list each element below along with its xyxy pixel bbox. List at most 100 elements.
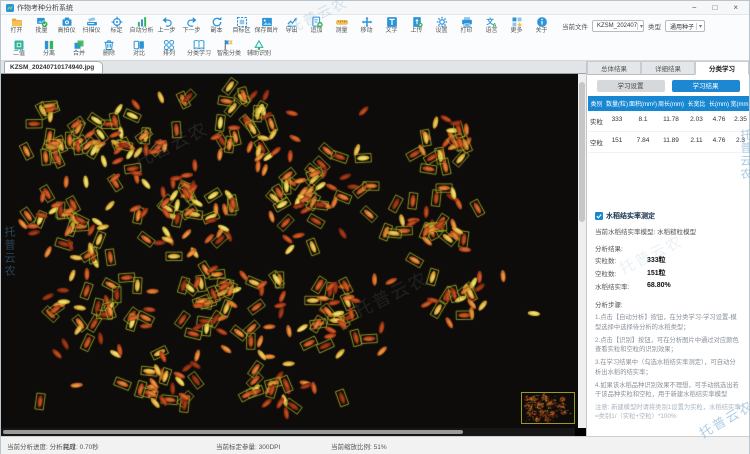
toolbar-settings-button[interactable]: 设置	[429, 16, 454, 35]
toolbar-export-button[interactable]: 导出	[279, 16, 304, 35]
scrollbar-corner	[575, 428, 586, 436]
toolbar-button-label: 关于	[535, 28, 548, 34]
table-cell: 2.11	[685, 132, 708, 153]
result-stats: 实粒数: 333粒 空粒数: 151粒 水稻结实率: 68.80%	[587, 253, 749, 292]
vertical-scrollbar[interactable]	[578, 74, 586, 428]
toolbar-separate-button[interactable]: 分离	[34, 39, 64, 58]
toolbar-append-button[interactable]: 追加	[304, 16, 329, 35]
gear-icon	[436, 16, 448, 28]
table-header-cell: 面积(mm²)	[629, 102, 657, 108]
picture-icon	[261, 16, 273, 28]
panel-tab[interactable]: 总体结果	[587, 61, 641, 75]
maximize-button[interactable]: □	[712, 3, 717, 12]
toolbar-target-area-button[interactable]: 目标区	[229, 16, 254, 35]
minimize-button[interactable]: −	[692, 3, 697, 12]
toolbar-move-button[interactable]: 移动	[354, 16, 379, 35]
toolbar-merge-button[interactable]: 合并	[64, 39, 94, 58]
toolbar-button-label: 上一步	[157, 28, 176, 34]
toolbar-binary-button[interactable]: 二值	[4, 39, 34, 58]
toolbar-compare-button[interactable]: 对比	[124, 39, 154, 58]
append-icon	[311, 16, 323, 28]
toolbar-next-step-button[interactable]: 下一步	[179, 16, 204, 35]
toolbar-button-label: 合并	[72, 51, 85, 57]
panel-tab[interactable]: 分类学习	[695, 61, 749, 75]
table-header-row: 类别 数量(粒) 面积(mm²) 周长(mm) 长宽比 长(mm) 宽(mm)	[588, 96, 749, 111]
panel-tab[interactable]: 详细结果	[641, 61, 695, 75]
table-cell: 333	[605, 111, 629, 132]
batch-icon	[36, 16, 48, 28]
image-tabstrip: KZSM_20240710174940.jpg	[1, 61, 586, 74]
current-file-value: KZSM_202407	[597, 23, 638, 29]
statusbar: 当前分析进度: 分析完成 耗时: 0.70秒 当前标定参量: 300DPI 当前…	[1, 436, 749, 454]
table-cell: 2.03	[685, 111, 708, 132]
table-cell: 2.35	[730, 111, 749, 132]
type-dropdown[interactable]: 通用种子 ▾	[665, 20, 705, 32]
toolbar-assist-recognition-button[interactable]: 辅助识别	[244, 39, 274, 58]
toolbar-language-button[interactable]: 文 A 语言	[479, 16, 504, 35]
toolbar-scanner-button[interactable]: 扫描仪	[79, 16, 104, 35]
table-cell: 8.1	[629, 111, 657, 132]
stat-row: 水稻结实率: 68.80%	[595, 279, 749, 292]
toolbar-button-label: 设置	[435, 28, 448, 34]
toolbar-open-button[interactable]: 打开	[4, 16, 29, 35]
toolbar-button-label: 下一步	[182, 28, 201, 34]
toolbar-doc-camera-button[interactable]: 高拍仪	[54, 16, 79, 35]
type-label: 类型	[648, 24, 661, 31]
checkbox-checked-icon[interactable]	[595, 212, 603, 220]
table-cell: 11.89	[657, 132, 685, 153]
stat-row: 空粒数: 151粒	[595, 266, 749, 279]
toolbar-upload-button[interactable]: 上传	[404, 16, 429, 35]
toolbar-print-button[interactable]: 打印	[454, 16, 479, 35]
learning-settings-button[interactable]: 学习设置	[596, 80, 665, 92]
close-button[interactable]: ×	[733, 3, 738, 12]
toolbar-button-label: 追加	[310, 28, 323, 34]
current-file-dropdown[interactable]: KZSM_202407 ▾	[592, 20, 644, 32]
toolbar-delete-button[interactable]: 删除	[94, 39, 124, 58]
chevron-down-icon: ▾	[637, 22, 643, 30]
scanner-icon	[86, 16, 98, 28]
toolbar-button-label: 自动分析	[129, 28, 154, 34]
chevron-down-icon: ▾	[695, 22, 702, 30]
toolbar-text-button[interactable]: 文字	[379, 16, 404, 35]
horizontal-scrollbar-thumb[interactable]	[3, 430, 463, 434]
minimap-thumbnail[interactable]	[521, 392, 575, 424]
table-header-cell: 长宽比	[687, 102, 706, 108]
table-header-cell: 类别	[590, 102, 603, 108]
toolbar-copy-button[interactable]: 副本	[204, 16, 229, 35]
toolbar-calibrate-button[interactable]: 标定	[104, 16, 129, 35]
analysis-step: 4.如果该水稻品种识别效果不理想，可手动挑选出若干该品种实粒和空粒，用于新建水稻…	[595, 381, 739, 399]
image-tab[interactable]: KZSM_20240710174940.jpg	[4, 61, 104, 73]
toolbar-batch-button[interactable]: 批量	[29, 16, 54, 35]
learning-results-button[interactable]: 学习结果	[671, 80, 740, 92]
redo-icon	[186, 16, 198, 28]
toolbar-classify-learning-button[interactable]: 分类学习	[184, 39, 214, 58]
toolbar-prev-step-button[interactable]: 上一步	[154, 16, 179, 35]
toolbar-measure-button[interactable]: 测量	[329, 16, 354, 35]
table-cell: 151	[605, 132, 629, 153]
toolbar-more-button[interactable]: 更多	[504, 16, 529, 35]
seed-rate-checkbox-label: 水稻结实率测定	[606, 213, 655, 220]
flag-icon	[223, 39, 235, 51]
app-icon	[6, 3, 14, 12]
vertical-scrollbar-thumb[interactable]	[579, 82, 585, 222]
trash-icon	[103, 39, 115, 51]
assist-icon	[253, 39, 265, 51]
book-icon	[193, 39, 205, 51]
toolbar-save-image-button[interactable]: 保存图片	[254, 16, 279, 35]
toolbar-button-label: 导出	[285, 28, 298, 34]
toolbar-button-label: 目标区	[232, 28, 251, 34]
toolbar-auto-analyze-button[interactable]: 自动分析	[129, 16, 154, 35]
status-time: 耗时: 0.70秒	[63, 444, 99, 451]
bars-icon	[136, 16, 148, 28]
table-cell: 2.3	[730, 132, 749, 153]
toolbar-smart-classify-button[interactable]: 智能分类	[214, 39, 244, 58]
toolbar-about-button[interactable]: 关于	[529, 16, 554, 35]
toolbar-button-label: 扫描仪	[82, 28, 101, 34]
horizontal-scrollbar[interactable]	[1, 428, 586, 436]
toolbar-arrange-button[interactable]: 排列	[154, 39, 184, 58]
window-controls: − □ ×	[692, 3, 744, 12]
table-cell: 空粒	[588, 132, 605, 153]
analysis-canvas[interactable]	[1, 74, 578, 428]
frame-icon	[236, 16, 248, 28]
table-cell: 4.76	[708, 111, 730, 132]
